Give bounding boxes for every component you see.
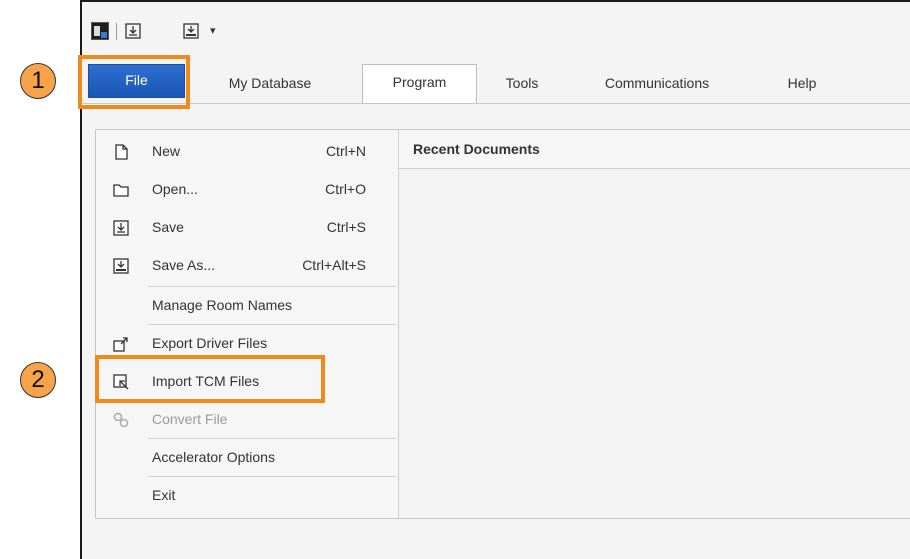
application-window: ▾ File My Database Program Tools Communi…	[80, 0, 910, 559]
step-1-number: 1	[31, 67, 45, 94]
menu-item-label: Accelerator Options	[152, 449, 275, 465]
menu-item-convert-file: Convert File	[96, 402, 398, 438]
menu-separator	[148, 324, 396, 325]
menu-separator	[148, 286, 396, 287]
menu-item-label: Manage Room Names	[152, 297, 293, 313]
folder-icon	[112, 181, 130, 199]
tab-my-database[interactable]: My Database	[210, 66, 330, 100]
save-icon	[112, 219, 130, 237]
ribbon-divider	[82, 103, 910, 104]
menu-item-open[interactable]: Open... Ctrl+O	[96, 172, 398, 208]
menu-item-exit[interactable]: Exit	[96, 478, 398, 514]
tab-communications[interactable]: Communications	[582, 66, 732, 100]
convert-link-icon	[112, 411, 130, 429]
save-icon[interactable]	[124, 22, 142, 40]
toolbar-separator	[116, 23, 117, 40]
save-as-icon	[112, 257, 130, 275]
menu-item-label: Exit	[152, 487, 176, 503]
step-1-callout: 1	[20, 63, 56, 99]
menu-item-save-as[interactable]: Save As... Ctrl+Alt+S	[96, 248, 398, 284]
file-backstage-panel: New Ctrl+N Open... Ctrl+O Save Ctrl+S Sa…	[95, 129, 910, 519]
ribbon-tabs: File My Database Program Tools Communica…	[82, 58, 910, 108]
menu-item-new[interactable]: New Ctrl+N	[96, 134, 398, 170]
menu-item-accelerator-options[interactable]: Accelerator Options	[96, 440, 398, 476]
menu-item-label: Open...	[152, 181, 198, 197]
menu-item-shortcut: Ctrl+O	[325, 181, 366, 197]
tab-program[interactable]: Program	[362, 64, 477, 104]
menu-separator	[148, 476, 396, 477]
export-icon	[112, 335, 130, 353]
app-logo-icon[interactable]	[91, 22, 109, 40]
menu-item-label: Convert File	[152, 411, 228, 427]
menu-item-manage-room-names[interactable]: Manage Room Names	[96, 288, 398, 324]
import-tcm-highlight	[95, 355, 325, 403]
recent-documents-heading: Recent Documents	[399, 130, 910, 169]
quick-access-toolbar: ▾	[82, 2, 910, 58]
menu-item-shortcut: Ctrl+Alt+S	[302, 257, 366, 273]
menu-item-label: New	[152, 143, 181, 159]
menu-item-shortcut: Ctrl+S	[326, 219, 366, 235]
recent-documents-pane: Recent Documents	[399, 130, 910, 518]
menu-item-save[interactable]: Save Ctrl+S	[96, 210, 398, 246]
menu-item-shortcut: Ctrl+N	[325, 143, 366, 159]
customize-dropdown-icon[interactable]: ▾	[210, 24, 216, 37]
menu-item-label: Save	[152, 219, 184, 235]
menu-item-label: Save As...	[152, 257, 216, 273]
save-as-icon[interactable]	[182, 22, 200, 40]
file-tab-highlight	[78, 55, 190, 109]
step-2-number: 2	[31, 366, 45, 393]
new-document-icon	[112, 143, 130, 161]
menu-item-label: Export Driver Files	[152, 335, 268, 351]
tab-help[interactable]: Help	[772, 66, 832, 100]
step-2-callout: 2	[20, 362, 56, 398]
menu-separator	[148, 438, 396, 439]
file-menu: New Ctrl+N Open... Ctrl+O Save Ctrl+S Sa…	[96, 130, 399, 518]
tab-tools[interactable]: Tools	[487, 66, 557, 100]
